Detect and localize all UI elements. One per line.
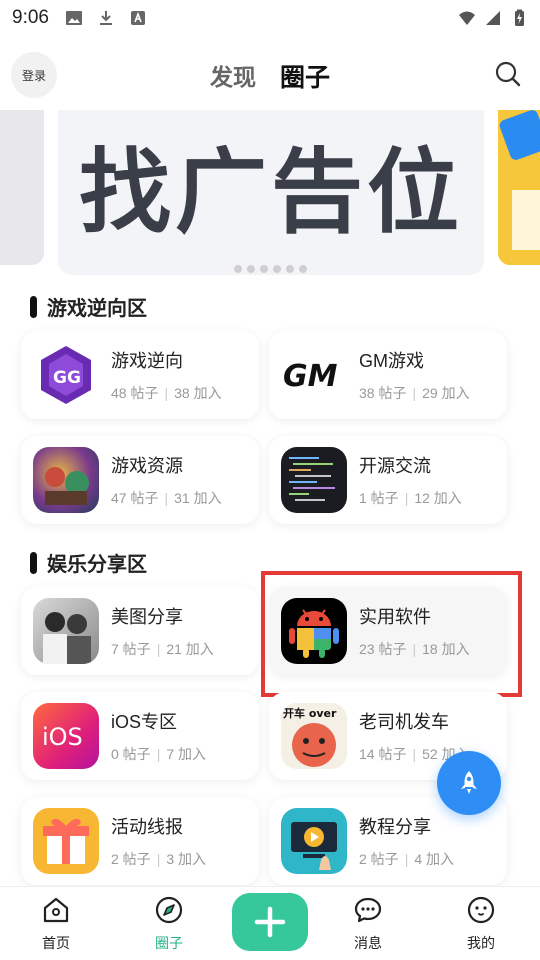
tab-circles[interactable]: 圈子 [280,58,330,94]
search-icon[interactable] [494,60,522,88]
circle-card[interactable]: 美图分享 7 帖子 | 21 加入 [21,587,259,675]
signal-icon [486,11,500,25]
carousel-dot[interactable] [272,265,281,273]
circle-name: 教程分享 [359,817,431,837]
join-count: 7 加入 [166,746,207,762]
join-count: 3 加入 [166,851,207,867]
post-count: 2 帖子 [359,851,399,867]
gift-icon [33,808,99,874]
rocket-icon [461,771,477,794]
circle-name: 老司机发车 [359,712,449,732]
bottom-nav: 首页 圈子 消息 我的 [0,886,540,960]
plus-icon [254,906,286,938]
circle-name: 游戏逆向 [111,351,183,371]
banner-slide[interactable]: 找广告位 [58,110,484,275]
status-time: 9:06 [12,7,49,28]
nav-home[interactable]: 首页 [21,895,91,953]
circle-name: 游戏资源 [111,456,183,476]
join-count: 12 加入 [414,490,462,506]
section-title: 游戏逆向区 [30,292,147,321]
carousel-dot[interactable] [233,265,242,273]
svg-text:GM: GM [283,359,338,394]
tutorial-video-icon [281,808,347,874]
gm-logo-icon: GM [281,342,347,408]
gameguardian-icon: GG [33,342,99,408]
circle-card[interactable]: GG 游戏逆向 48 帖子 | 38 加入 [21,331,259,419]
circle-name: 活动线报 [111,817,183,837]
carousel-dot[interactable] [246,265,255,273]
publish-button[interactable] [232,893,308,951]
join-count: 21 加入 [166,641,214,657]
banner-carousel[interactable]: 找广告位 [0,110,540,275]
image-notification-icon [65,11,82,25]
post-count: 7 帖子 [111,641,151,657]
circle-name: 美图分享 [111,607,183,627]
circle-name: 开源交流 [359,456,431,476]
join-count: 4 加入 [414,851,455,867]
join-count: 38 加入 [174,385,222,401]
download-notification-icon [99,11,112,25]
svg-text:iOS: iOS [42,723,83,751]
join-count: 31 加入 [174,490,222,506]
battery-charging-icon [515,9,524,26]
circle-card[interactable]: 开源交流 1 帖子 | 12 加入 [269,436,507,524]
circle-card[interactable]: 活动线报 2 帖子 | 3 加入 [21,797,259,885]
circle-name: iOS专区 [111,712,178,732]
home-icon [43,897,69,923]
status-bar: 9:06 [0,0,540,36]
compass-icon [155,896,183,924]
photo-icon [33,598,99,664]
carousel-dots [0,265,540,273]
top-tabs: 发现 圈子 [0,58,540,94]
circle-card[interactable]: 游戏资源 47 帖子 | 31 加入 [21,436,259,524]
join-count: 29 加入 [422,385,470,401]
svg-text:G: G [67,368,81,388]
rocket-fab-button[interactable] [437,751,501,815]
post-count: 0 帖子 [111,746,151,762]
circle-card[interactable]: GM GM游戏 38 帖子 | 29 加入 [269,331,507,419]
post-count: 14 帖子 [359,746,407,762]
meme-driver-icon: 开车 over [281,703,347,769]
post-count: 1 帖子 [359,490,399,506]
header: 登录 发现 圈子 [0,50,540,102]
carousel-dot[interactable] [285,265,294,273]
section-title: 娱乐分享区 [30,548,147,577]
post-count: 2 帖子 [111,851,151,867]
banner-next-slide[interactable] [498,110,540,265]
nav-profile[interactable]: 我的 [446,895,516,953]
wifi-icon [459,11,475,25]
profile-icon [467,896,495,924]
circle-card[interactable]: iOS iOS专区 0 帖子 | 7 加入 [21,692,259,780]
svg-text:G: G [53,368,67,388]
carousel-dot[interactable] [298,265,307,273]
highlight-box [261,571,522,697]
carousel-dot[interactable] [259,265,268,273]
post-count: 38 帖子 [359,385,407,401]
nav-messages[interactable]: 消息 [333,895,403,953]
chat-icon [354,897,382,923]
svg-text:开车 over: 开车 over [283,706,337,720]
code-terminal-icon [281,447,347,513]
game-art-icon [33,447,99,513]
post-count: 47 帖子 [111,490,159,506]
banner-prev-slide[interactable] [0,110,44,265]
app-notification-icon [130,11,145,25]
post-count: 48 帖子 [111,385,159,401]
nav-circles[interactable]: 圈子 [134,895,204,953]
banner-text: 找广告位 [78,142,463,244]
circle-name: GM游戏 [359,351,424,371]
tab-discover[interactable]: 发现 [210,58,256,94]
ios-icon: iOS [33,703,99,769]
